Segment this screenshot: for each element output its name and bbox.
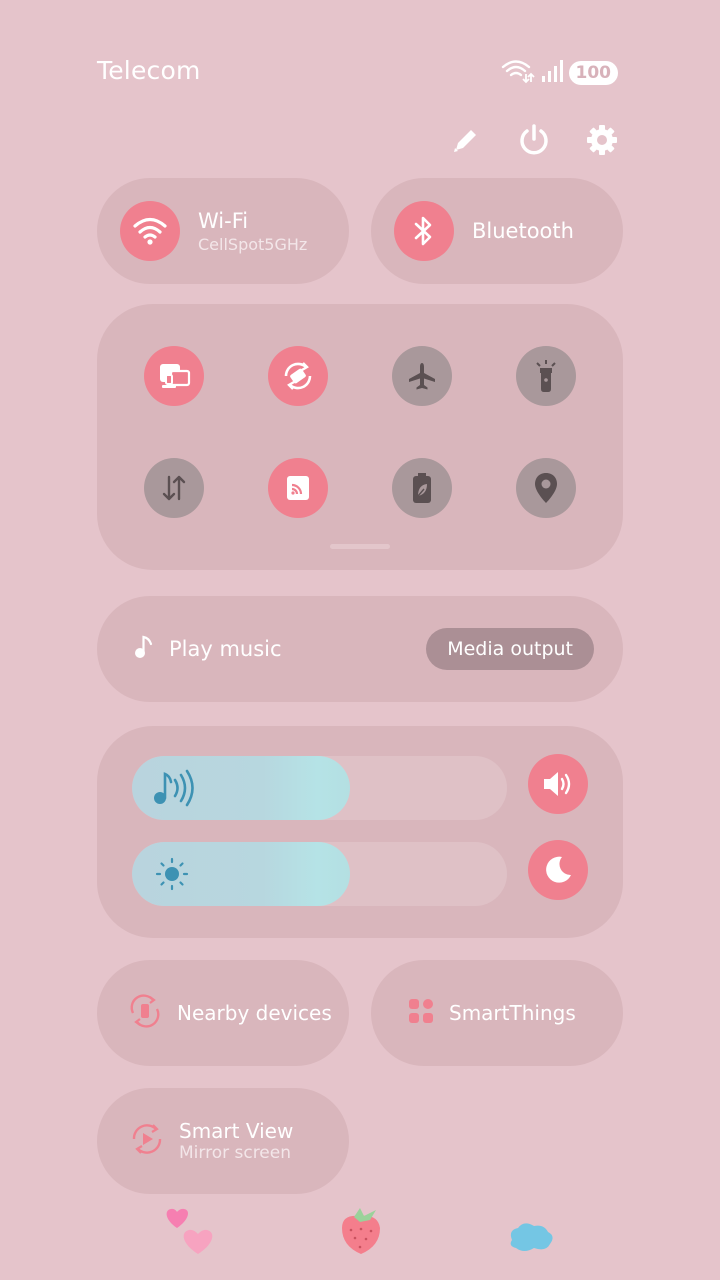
data-arrows-icon[interactable] [144,458,204,518]
dark-mode-button[interactable] [528,840,588,900]
hearts-sticker-icon [160,1206,220,1262]
airplane-icon[interactable] [392,346,452,406]
rotate-icon[interactable] [268,346,328,406]
nearby-devices-label: Nearby devices [177,1001,332,1025]
signal-icon [541,59,563,87]
power-icon[interactable] [516,122,552,158]
wifi-title: Wi-Fi [198,208,249,233]
devices-icon[interactable] [144,346,204,406]
smart-view-title: Smart View [179,1119,294,1143]
smart-view-icon [129,1121,165,1161]
media-panel[interactable]: Play music Media output [97,596,623,702]
status-icons: 100 [501,58,618,88]
battery-leaf-icon[interactable] [392,458,452,518]
nearby-devices-tile[interactable]: Nearby devices [97,960,349,1066]
media-output-button[interactable]: Media output [426,628,594,670]
wifi-network-name: CellSpot5GHz [198,234,308,254]
battery-level: 100 [568,61,618,85]
brightness-slider[interactable] [132,842,507,906]
cloud-sticker-icon [506,1218,556,1260]
volume-slider[interactable] [132,756,507,820]
smart-view-subtitle: Mirror screen [179,1143,292,1163]
music-volume-icon [150,768,194,808]
strawberry-sticker-icon [334,1204,386,1260]
bluetooth-tile[interactable]: Bluetooth [371,178,623,284]
flashlight-icon[interactable] [516,346,576,406]
cast-icon[interactable] [268,458,328,518]
carrier-name: Telecom [97,56,201,85]
play-music-label[interactable]: Play music [169,637,282,661]
panel-actions [448,122,620,158]
bluetooth-icon[interactable] [394,201,454,261]
nearby-devices-icon [127,993,163,1033]
music-note-icon [133,634,155,664]
sliders-panel [97,726,623,938]
sound-mode-button[interactable] [528,754,588,814]
quick-toggles-panel [97,304,623,570]
settings-icon[interactable] [584,122,620,158]
wifi-icon[interactable] [120,201,180,261]
edit-icon[interactable] [448,122,484,158]
location-icon[interactable] [516,458,576,518]
smartthings-icon [407,997,435,1029]
smartthings-tile[interactable]: SmartThings [371,960,623,1066]
smart-view-tile[interactable]: Smart View Mirror screen [97,1088,349,1194]
page-indicator [330,544,390,549]
smartthings-label: SmartThings [449,1001,576,1025]
bluetooth-title: Bluetooth [472,219,574,243]
wifi-tile[interactable]: Wi-Fi CellSpot5GHz [97,178,349,284]
wifi-icon [501,58,535,88]
brightness-icon [150,854,194,894]
